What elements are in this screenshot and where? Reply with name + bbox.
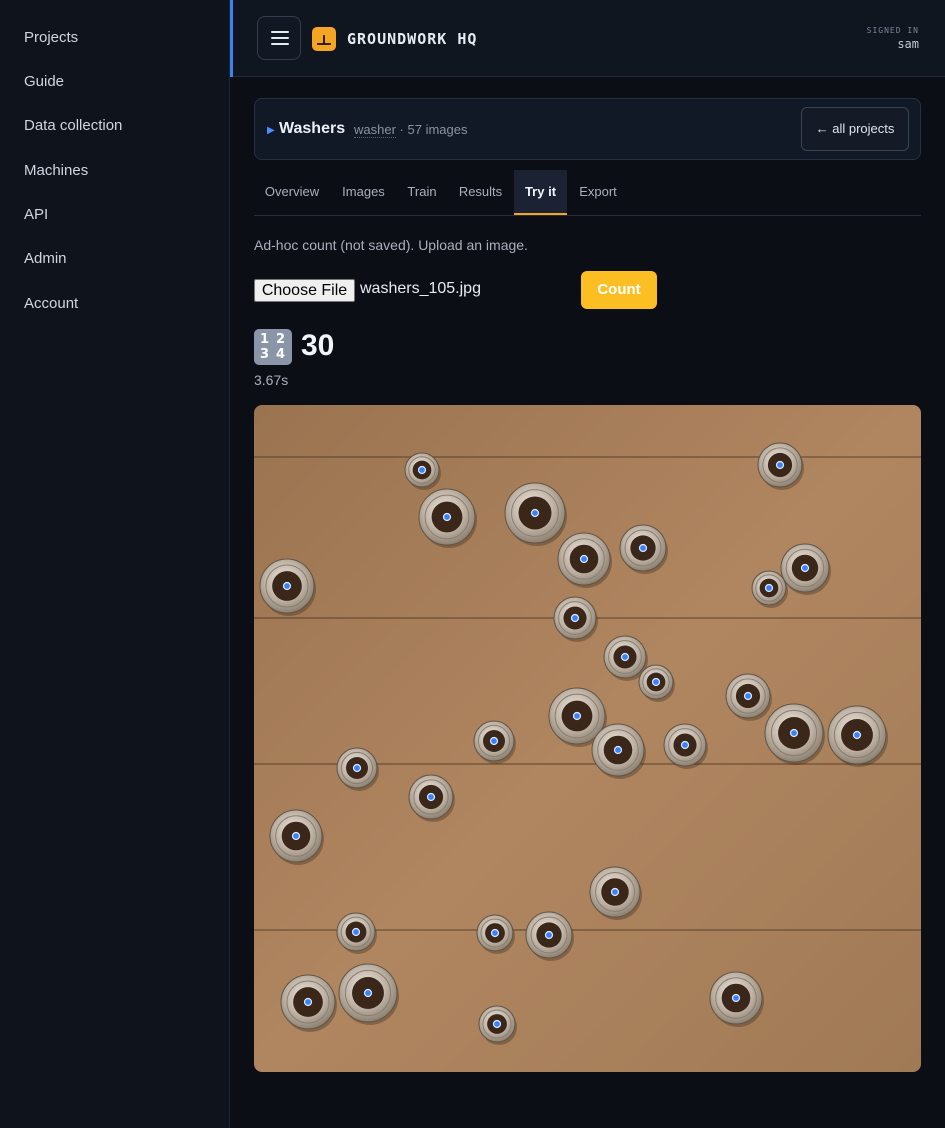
detection-dot-icon: [638, 543, 648, 553]
top-bar-accent: [230, 0, 233, 77]
tryit-hint: Ad-hoc count (not saved). Upload an imag…: [254, 237, 528, 253]
choose-file-button[interactable]: Choose File: [254, 279, 355, 302]
detection-dot-icon: [351, 927, 361, 937]
detection-dot-icon: [490, 928, 500, 938]
sidebar-item-api[interactable]: API: [24, 206, 48, 223]
detection-dot-icon: [282, 581, 292, 591]
tab-train[interactable]: Train: [400, 170, 444, 215]
tab-overview[interactable]: Overview: [254, 170, 330, 215]
sidebar-item-guide[interactable]: Guide: [24, 73, 64, 90]
detection-dot-icon: [530, 508, 540, 518]
project-image-count: 57 images: [407, 122, 468, 137]
detection-dot-icon: [731, 993, 741, 1003]
detection-dot-icon: [852, 730, 862, 740]
detection-dot-icon: [363, 988, 373, 998]
tab-try-it[interactable]: Try it: [514, 170, 567, 215]
detection-dot-icon: [613, 745, 623, 755]
brand-title: GROUNDWORK HQ: [347, 30, 478, 48]
sidebar-item-admin[interactable]: Admin: [24, 250, 67, 267]
expand-triangle-icon[interactable]: ▶: [267, 125, 275, 136]
detection-dot-icon: [303, 997, 313, 1007]
detection-dot-icon: [492, 1019, 502, 1029]
project-name: Washers: [279, 120, 346, 137]
selected-file-name: washers_105.jpg: [360, 280, 481, 297]
tab-results[interactable]: Results: [452, 170, 509, 215]
meta-separator: ·: [399, 122, 404, 137]
detection-dot-icon: [764, 583, 774, 593]
detection-dot-icon: [489, 736, 499, 746]
detection-dot-icon: [800, 563, 810, 573]
groundwork-logo-icon: [312, 27, 336, 51]
sidebar-item-projects[interactable]: Projects: [24, 29, 78, 46]
tab-export[interactable]: Export: [573, 170, 623, 215]
project-header-card: ▶ Washers washer · 57 images ← all proje…: [254, 98, 921, 160]
detection-dot-icon: [572, 711, 582, 721]
result-count: 30: [301, 329, 335, 362]
detection-dot-icon: [775, 460, 785, 470]
detection-dot-icon: [417, 465, 427, 475]
detection-dot-icon: [620, 652, 630, 662]
detection-dot-icon: [352, 763, 362, 773]
sidebar: Projects Guide Data collection Machines …: [0, 0, 230, 1128]
top-bar: [230, 0, 945, 77]
result-image: [254, 405, 921, 1072]
detection-dot-icon: [743, 691, 753, 701]
detection-dot-icon: [610, 887, 620, 897]
menu-button[interactable]: [257, 16, 301, 60]
hamburger-menu-icon: [271, 31, 289, 33]
detection-dot-icon: [789, 728, 799, 738]
count-button[interactable]: Count: [581, 271, 657, 309]
sidebar-item-account[interactable]: Account: [24, 295, 78, 312]
signed-in-label: SIGNED IN: [866, 26, 919, 35]
detection-dot-icon: [544, 930, 554, 940]
detection-dot-icon: [426, 792, 436, 802]
project-meta: washer · 57 images: [354, 122, 468, 138]
detection-dot-icon: [291, 831, 301, 841]
detection-dot-icon: [651, 677, 661, 687]
project-class: washer: [354, 122, 396, 138]
detection-dot-icon: [570, 613, 580, 623]
numbers-1234-icon: 12 34: [254, 329, 292, 365]
sidebar-item-machines[interactable]: Machines: [24, 162, 88, 179]
detection-dot-icon: [680, 740, 690, 750]
elapsed-time: 3.67s: [254, 372, 289, 388]
all-projects-button[interactable]: ← all projects: [801, 107, 909, 151]
signed-in-user: sam: [897, 37, 919, 51]
sidebar-item-data-collection[interactable]: Data collection: [24, 117, 122, 134]
detection-dot-icon: [442, 512, 452, 522]
detection-dot-icon: [579, 554, 589, 564]
project-tabs: Overview Images Train Results Try it Exp…: [254, 170, 921, 216]
tab-images[interactable]: Images: [335, 170, 392, 215]
